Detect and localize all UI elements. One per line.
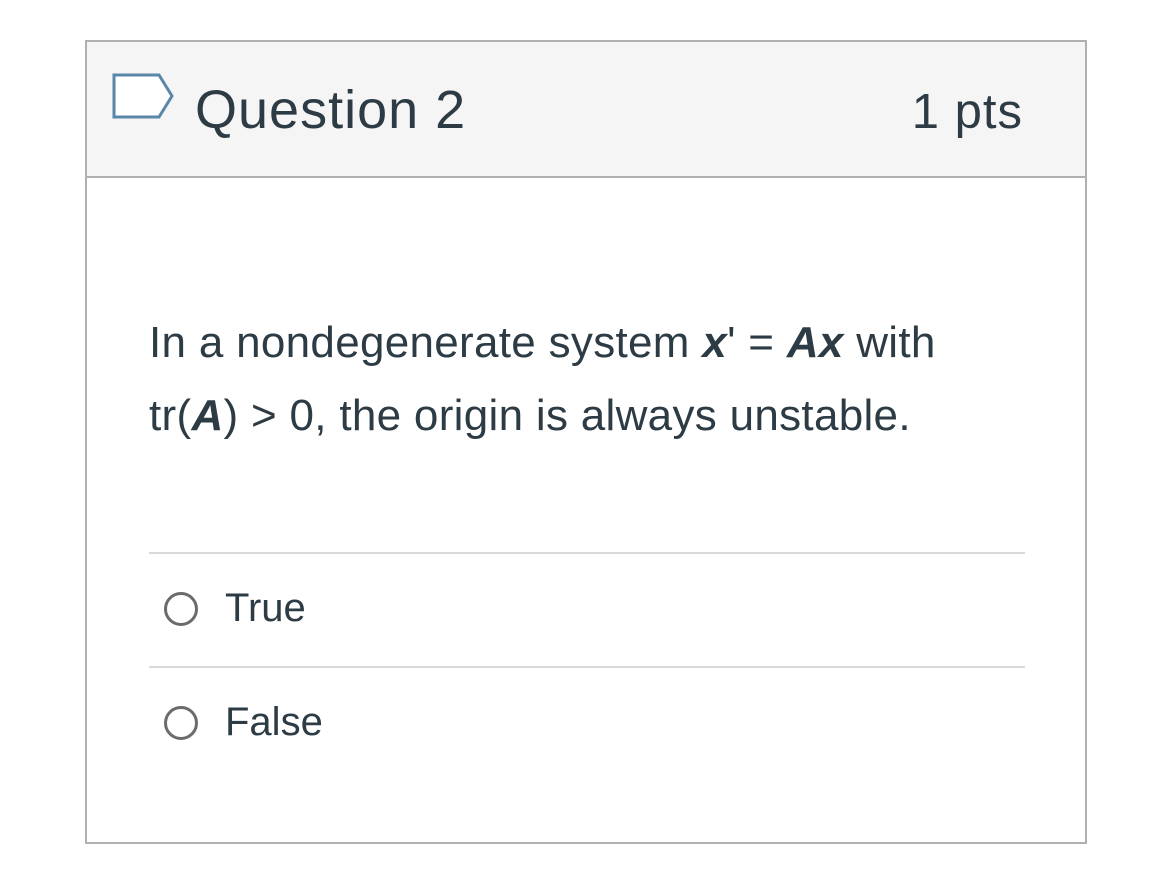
variable-x: x (702, 318, 728, 367)
answer-label[interactable]: True (225, 582, 306, 634)
variable-a: A (191, 391, 224, 440)
question-text: In a nondegenerate system x' = Ax with t… (149, 306, 1029, 452)
question-points: 1 pts (911, 85, 1023, 139)
answer-option-false[interactable]: False (149, 666, 1025, 780)
answer-option-true[interactable]: True (149, 552, 1025, 666)
answer-label[interactable]: False (225, 696, 323, 748)
question-title: Question 2 (195, 80, 467, 140)
question-text-part: ' = (727, 318, 787, 367)
question-card: Question 2 1 pts In a nondegenerate syst… (85, 40, 1087, 844)
radio-button-icon[interactable] (164, 706, 198, 740)
question-text-part: In a nondegenerate system (149, 318, 703, 367)
radio-button-icon[interactable] (164, 592, 198, 626)
question-header: Question 2 1 pts (87, 42, 1085, 178)
question-text-part: ) > 0, the origin is always unstable. (223, 391, 911, 440)
bookmark-flag-icon[interactable] (111, 72, 175, 126)
variable-x: x (818, 318, 844, 367)
answer-list: True False (149, 552, 1025, 780)
variable-a: A (786, 318, 819, 367)
